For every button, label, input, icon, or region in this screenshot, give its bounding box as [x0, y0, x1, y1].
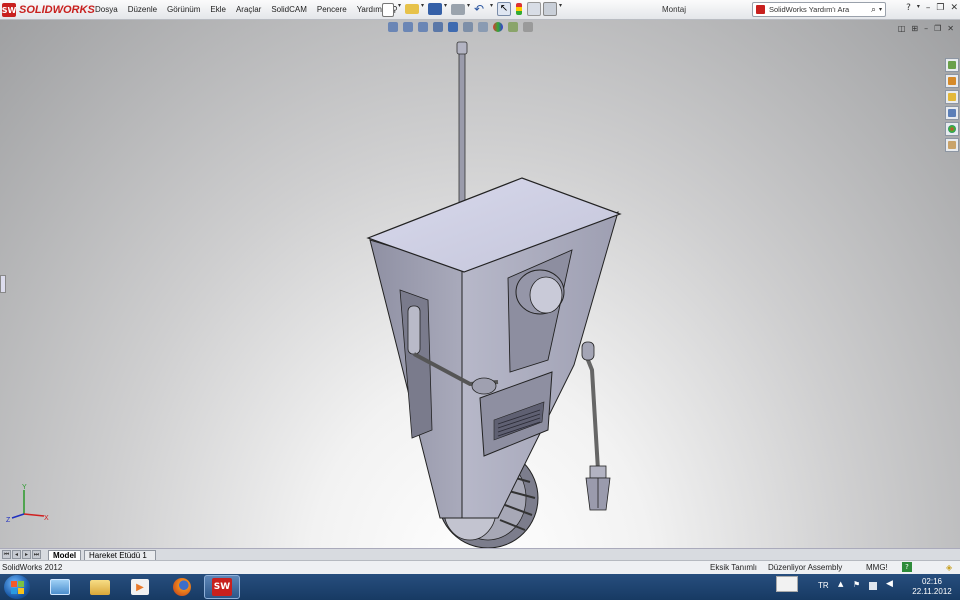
media-player-icon: ▶ [131, 579, 149, 595]
clock-time: 02:16 [921, 577, 943, 586]
windows-logo-quad-icon [11, 588, 17, 594]
dropdown-arrow-icon[interactable]: ▾ [879, 6, 882, 13]
robot-assembly-model[interactable] [0, 20, 960, 548]
help-search-box[interactable]: SolidWorks Yardım'ı Ara ⌕ ▾ [752, 2, 886, 17]
dropdown-arrow-icon[interactable]: ▾ [467, 2, 472, 16]
triad-z-axis [11, 513, 25, 519]
save-icon[interactable] [428, 3, 442, 15]
solidworks-app-icon: SW [212, 578, 232, 596]
traffic-light-icon[interactable] [516, 3, 522, 15]
start-button[interactable] [4, 575, 30, 599]
knob [515, 269, 565, 315]
new-document-icon[interactable] [382, 3, 394, 17]
open-folder-icon[interactable] [405, 4, 419, 14]
network-tray-icon[interactable] [869, 582, 877, 590]
next-tab-icon[interactable]: ▸ [22, 550, 31, 559]
menu-window[interactable]: Pencere [312, 3, 352, 16]
standard-toolbar: ▾ ▾ ▾ ▾ ↶ ▾ ↖ ▾ [380, 2, 564, 18]
solidworks-logo-icon: SW [2, 3, 16, 17]
windows-logo-quad-icon [18, 581, 24, 587]
system-clock[interactable]: 02:16 22.11.2012 [912, 577, 952, 597]
dropdown-arrow-icon[interactable]: ▾ [398, 2, 403, 16]
windows-logo-quad-icon [18, 588, 24, 594]
graphics-viewport[interactable]: ◫ ⊞ – ❐ ✕ Y X Z [0, 20, 960, 548]
window-title: Montaj [662, 5, 687, 14]
gripper [585, 465, 611, 511]
taskbar-solidworks[interactable]: SW [204, 575, 240, 599]
system-tray [776, 576, 798, 592]
menu-bar: Dosya Düzenle Görünüm Ekle Araçlar Solid… [90, 3, 403, 16]
status-help-icon[interactable]: ? [902, 562, 912, 572]
taskbar-explorer[interactable] [82, 575, 118, 599]
search-input[interactable]: SolidWorks Yardım'ı Ara [769, 5, 871, 14]
menu-insert[interactable]: Ekle [205, 3, 231, 16]
menu-file[interactable]: Dosya [90, 3, 123, 16]
dropdown-arrow-icon[interactable]: ▾ [559, 2, 564, 16]
firefox-icon [173, 578, 191, 596]
coordinate-triad: Y X Z [6, 484, 49, 524]
window-controls: ? ▾ – ❐ ✕ [906, 3, 958, 13]
triad-x-axis [23, 513, 45, 517]
dropdown-arrow-icon[interactable]: ▾ [917, 3, 920, 13]
triad-x-label: X [44, 515, 49, 522]
status-editing-mode: Düzenliyor Assembly [768, 563, 843, 572]
last-tab-icon[interactable]: ⏭ [32, 550, 41, 559]
taskbar-network-app[interactable] [42, 575, 78, 599]
first-tab-icon[interactable]: ⏮ [2, 550, 11, 559]
close-icon[interactable]: ✕ [950, 3, 958, 13]
clock-date: 22.11.2012 [912, 587, 952, 596]
tab-motion-study[interactable]: Hareket Etüdü 1 [84, 550, 156, 560]
volume-icon[interactable]: ◀ [886, 579, 894, 589]
action-center-flag-icon[interactable]: ⚑ [853, 580, 861, 589]
dropdown-arrow-icon[interactable]: ▾ [444, 2, 449, 16]
right-arm [582, 349, 600, 471]
menu-edit[interactable]: Düzenle [123, 3, 162, 16]
tab-scroll-buttons: ⏮ ◂ ▸ ⏭ [2, 550, 41, 559]
language-indicator[interactable]: TR [818, 581, 829, 590]
taskbar-media-player[interactable]: ▶ [122, 575, 158, 599]
menu-tools[interactable]: Araçlar [231, 3, 266, 16]
dropdown-arrow-icon[interactable]: ▾ [421, 2, 426, 16]
right-arm-joint [581, 341, 595, 361]
title-bar: SW SOLIDWORKS Dosya Düzenle Görünüm Ekle… [0, 0, 960, 20]
pen-tablet-icon[interactable] [776, 576, 798, 592]
status-bar: SolidWorks 2012 Eksik Tanımlı Düzenliyor… [0, 560, 960, 574]
document-tab-bar: ⏮ ◂ ▸ ⏭ Model Hareket Etüdü 1 [0, 548, 960, 560]
windows-logo-icon [11, 581, 17, 587]
tab-model[interactable]: Model [48, 550, 82, 560]
status-tag-icon[interactable]: ◈ [946, 563, 952, 572]
dropdown-arrow-icon[interactable]: ▾ [490, 2, 495, 16]
network-computer-icon [50, 579, 70, 595]
triad-z-label: Z [6, 517, 11, 524]
triad-y-label: Y [22, 484, 27, 491]
minimize-icon[interactable]: – [926, 3, 931, 13]
help-icon[interactable]: ? [906, 3, 911, 13]
windows-taskbar: ▶ SW TR ▲ ⚑ ◀ 02:16 22.11.2012 [0, 574, 960, 600]
status-units[interactable]: MMG! [866, 563, 888, 572]
options-icon[interactable] [543, 2, 557, 16]
status-definition: Eksik Tanımlı [710, 563, 757, 572]
solidworks-search-icon [756, 5, 765, 14]
menu-view[interactable]: Görünüm [162, 3, 205, 16]
folder-icon [90, 579, 110, 595]
status-version: SolidWorks 2012 [2, 563, 63, 572]
solidworks-logo[interactable]: SW SOLIDWORKS [2, 2, 95, 18]
select-cursor-icon[interactable]: ↖ [497, 2, 511, 16]
prev-tab-icon[interactable]: ◂ [12, 550, 21, 559]
search-icon[interactable]: ⌕ [871, 5, 876, 15]
menu-solidcam[interactable]: SolidCAM [266, 3, 312, 16]
taskbar-firefox[interactable] [164, 575, 200, 599]
print-icon[interactable] [451, 4, 465, 15]
brand-name: SOLIDWORKS [19, 4, 95, 16]
show-hidden-icons-icon[interactable]: ▲ [838, 580, 846, 588]
side-cylinder [407, 305, 421, 355]
rebuild-icon[interactable] [527, 2, 541, 16]
restore-icon[interactable]: ❐ [936, 3, 944, 13]
undo-icon[interactable]: ↶ [474, 2, 488, 16]
antenna-tip [456, 41, 468, 55]
